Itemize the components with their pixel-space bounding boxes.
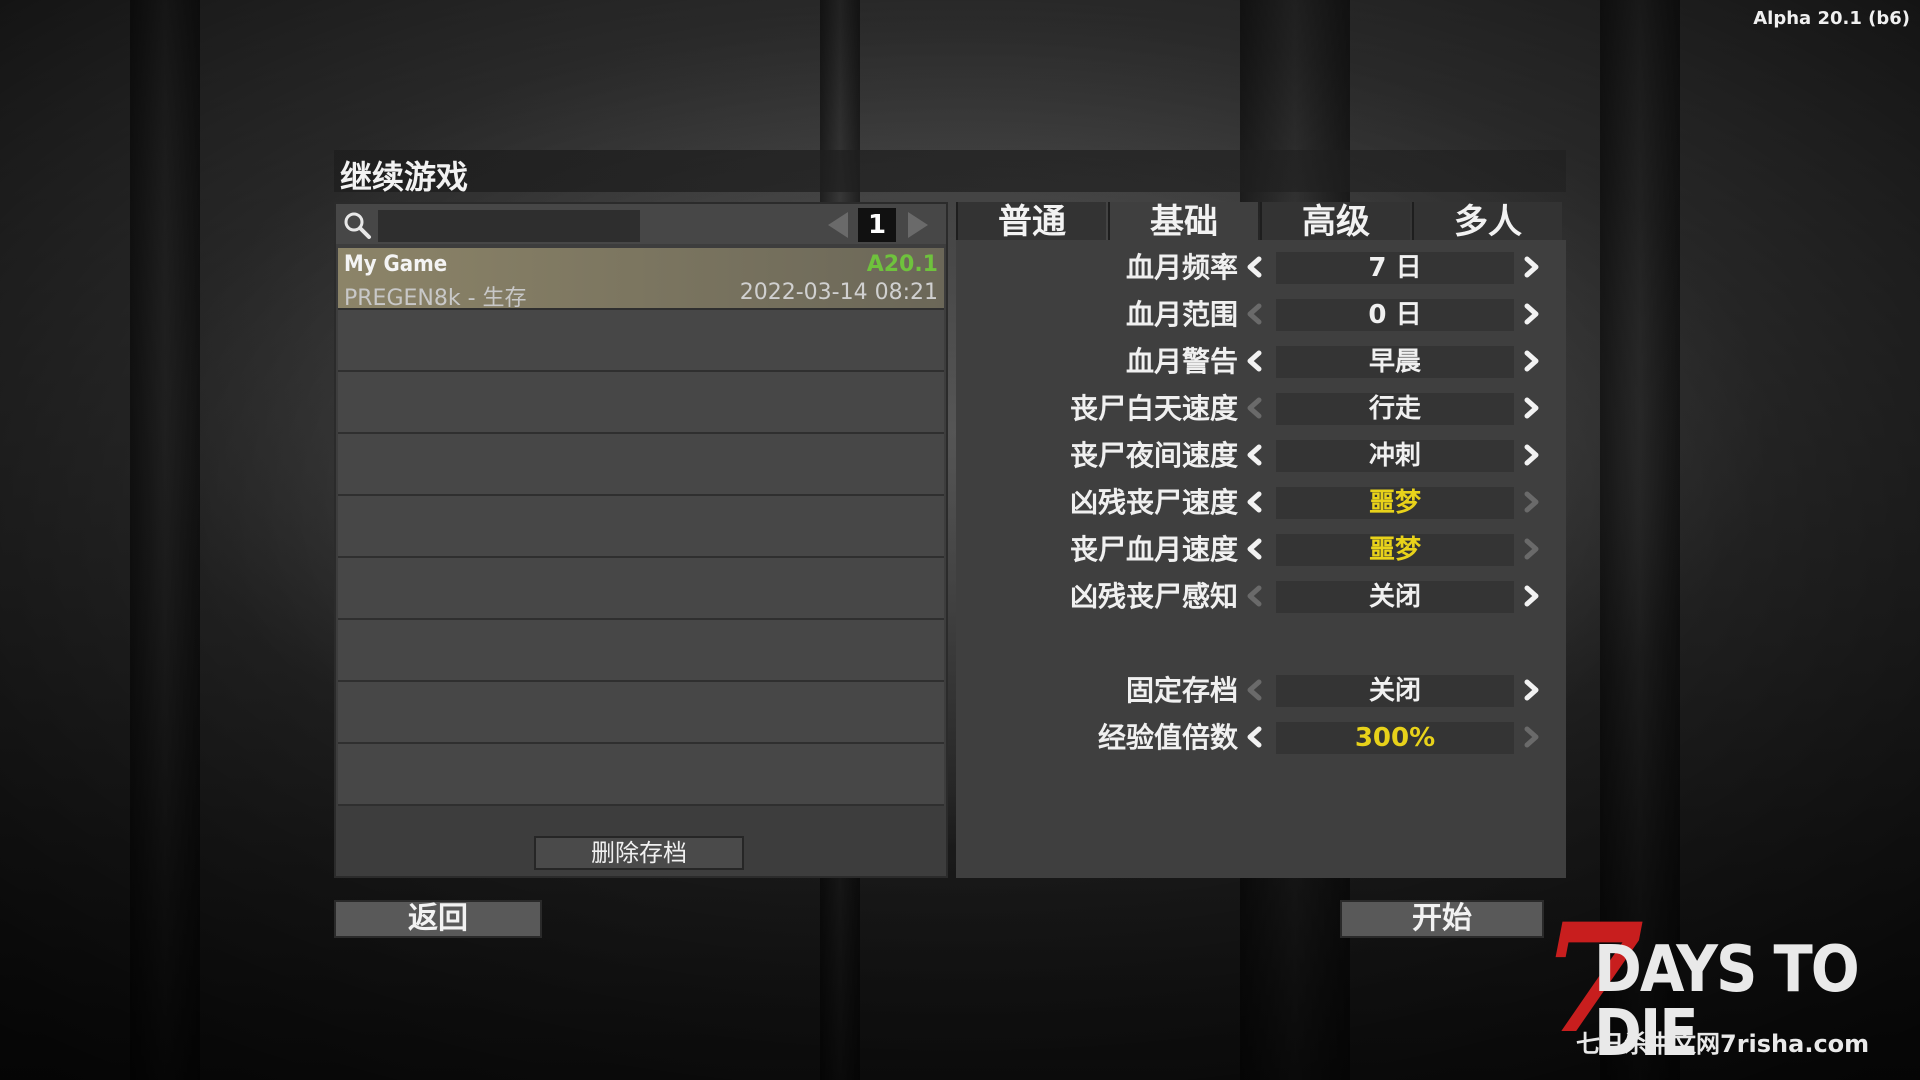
- setting-value: 0 日: [1276, 299, 1514, 331]
- logo-subtitle: 七日杀中文网7risha.com: [1576, 1030, 1870, 1058]
- setting-value: 噩梦: [1276, 534, 1514, 566]
- chevron-left-icon[interactable]: [1244, 256, 1266, 278]
- setting-label: 凶残丧尸感知: [1069, 580, 1238, 613]
- setting-label: 丧尸白天速度: [1069, 392, 1238, 425]
- page-title: 继续游戏: [340, 158, 469, 196]
- page-number: 1: [858, 208, 896, 242]
- chevron-left-icon[interactable]: [1244, 538, 1266, 560]
- setting-value: 关闭: [1276, 581, 1514, 613]
- setting-label: 凶残丧尸速度: [1069, 486, 1238, 519]
- setting-label: 固定存档: [1125, 674, 1238, 707]
- empty-save-row: [338, 434, 944, 496]
- empty-save-row: [338, 372, 944, 434]
- setting-row: 经验值倍数 300%: [956, 718, 1566, 758]
- setting-value: 关闭: [1276, 675, 1514, 707]
- chevron-right-icon[interactable]: [1520, 491, 1542, 513]
- chevron-left-icon[interactable]: [1244, 444, 1266, 466]
- setting-row: 血月警告 早晨: [956, 342, 1566, 382]
- setting-label: 经验值倍数: [1097, 721, 1238, 754]
- empty-save-row: [338, 496, 944, 558]
- chevron-right-icon[interactable]: [1520, 350, 1542, 372]
- setting-row: 固定存档 关闭: [956, 671, 1566, 711]
- empty-save-row: [338, 310, 944, 372]
- chevron-right-icon[interactable]: [1520, 303, 1542, 325]
- chevron-right-icon[interactable]: [1520, 256, 1542, 278]
- setting-row: 血月频率 7 日: [956, 248, 1566, 288]
- setting-label: 血月频率: [1125, 251, 1238, 284]
- settings-panel: 普通 基础 高级 多人 血月频率 7 日血月范围 0 日血月警告 早晨丧尸白天速度 行走…: [956, 202, 1566, 878]
- setting-value: 冲刺: [1276, 440, 1514, 472]
- empty-save-row: [338, 744, 944, 806]
- setting-row: 丧尸血月速度 噩梦: [956, 530, 1566, 570]
- settings-list: 血月频率 7 日血月范围 0 日血月警告 早晨丧尸白天速度 行走丧尸夜间速度 冲刺凶残丧尸…: [956, 240, 1566, 878]
- title-bar: 继续游戏: [334, 150, 1566, 196]
- setting-row: 丧尸白天速度 行走: [956, 389, 1566, 429]
- setting-value: 噩梦: [1276, 487, 1514, 519]
- setting-label: 血月警告: [1125, 345, 1238, 378]
- save-name: My Game: [344, 252, 448, 277]
- chevron-right-icon[interactable]: [1520, 726, 1542, 748]
- setting-row: 丧尸夜间速度 冲刺: [956, 436, 1566, 476]
- save-row[interactable]: My Game A20.1 PREGEN8k - 生存 2022-03-14 0…: [338, 248, 944, 311]
- chevron-left-icon[interactable]: [1244, 679, 1266, 701]
- version-label: Alpha 20.1 (b6): [1753, 8, 1910, 29]
- setting-value: 早晨: [1276, 346, 1514, 378]
- setting-row: 血月范围 0 日: [956, 295, 1566, 335]
- save-list-panel: 1 My Game A20.1 PREGEN8k - 生存 2022-03-14…: [334, 202, 948, 878]
- chevron-left-icon[interactable]: [1244, 350, 1266, 372]
- chevron-right-icon[interactable]: [1520, 585, 1542, 607]
- chevron-left-icon[interactable]: [1244, 491, 1266, 513]
- tab-advanced[interactable]: 高级: [1260, 202, 1410, 242]
- setting-label: 丧尸血月速度: [1069, 533, 1238, 566]
- settings-tabs: 普通 基础 高级 多人: [956, 202, 1566, 242]
- search-row: 1: [336, 204, 946, 244]
- setting-value: 300%: [1276, 722, 1514, 754]
- search-icon: [342, 210, 372, 240]
- tab-multiplayer[interactable]: 多人: [1412, 202, 1562, 242]
- delete-save-button[interactable]: 删除存档: [534, 836, 744, 870]
- setting-value: 行走: [1276, 393, 1514, 425]
- pager: 1: [824, 208, 932, 242]
- save-list: My Game A20.1 PREGEN8k - 生存 2022-03-14 0…: [338, 248, 944, 806]
- empty-save-row: [338, 682, 944, 744]
- chevron-left-icon[interactable]: [1244, 726, 1266, 748]
- setting-label: 血月范围: [1125, 298, 1238, 331]
- chevron-left-icon[interactable]: [1244, 585, 1266, 607]
- chevron-right-icon[interactable]: [1520, 444, 1542, 466]
- tab-normal[interactable]: 普通: [956, 202, 1106, 242]
- chevron-left-icon[interactable]: [1244, 303, 1266, 325]
- game-logo: 7 DAYS TO DIE 七日杀中文网7risha.com: [1536, 904, 1920, 1080]
- start-button[interactable]: 开始: [1340, 900, 1544, 938]
- setting-row: 凶残丧尸感知 关闭: [956, 577, 1566, 617]
- setting-label: 丧尸夜间速度: [1069, 439, 1238, 472]
- save-version: A20.1: [866, 252, 938, 277]
- previous-page-arrow-icon[interactable]: [828, 212, 848, 238]
- chevron-right-icon[interactable]: [1520, 679, 1542, 701]
- setting-value: 7 日: [1276, 252, 1514, 284]
- chevron-left-icon[interactable]: [1244, 397, 1266, 419]
- save-world: PREGEN8k - 生存: [344, 286, 527, 311]
- tab-basic[interactable]: 基础: [1108, 202, 1258, 242]
- search-input[interactable]: [378, 210, 640, 242]
- save-date: 2022-03-14 08:21: [739, 280, 938, 305]
- chevron-right-icon[interactable]: [1520, 538, 1542, 560]
- empty-save-row: [338, 620, 944, 682]
- next-page-arrow-icon[interactable]: [908, 212, 928, 238]
- setting-row: 凶残丧尸速度 噩梦: [956, 483, 1566, 523]
- chevron-right-icon[interactable]: [1520, 397, 1542, 419]
- back-button[interactable]: 返回: [334, 900, 542, 938]
- empty-save-row: [338, 558, 944, 620]
